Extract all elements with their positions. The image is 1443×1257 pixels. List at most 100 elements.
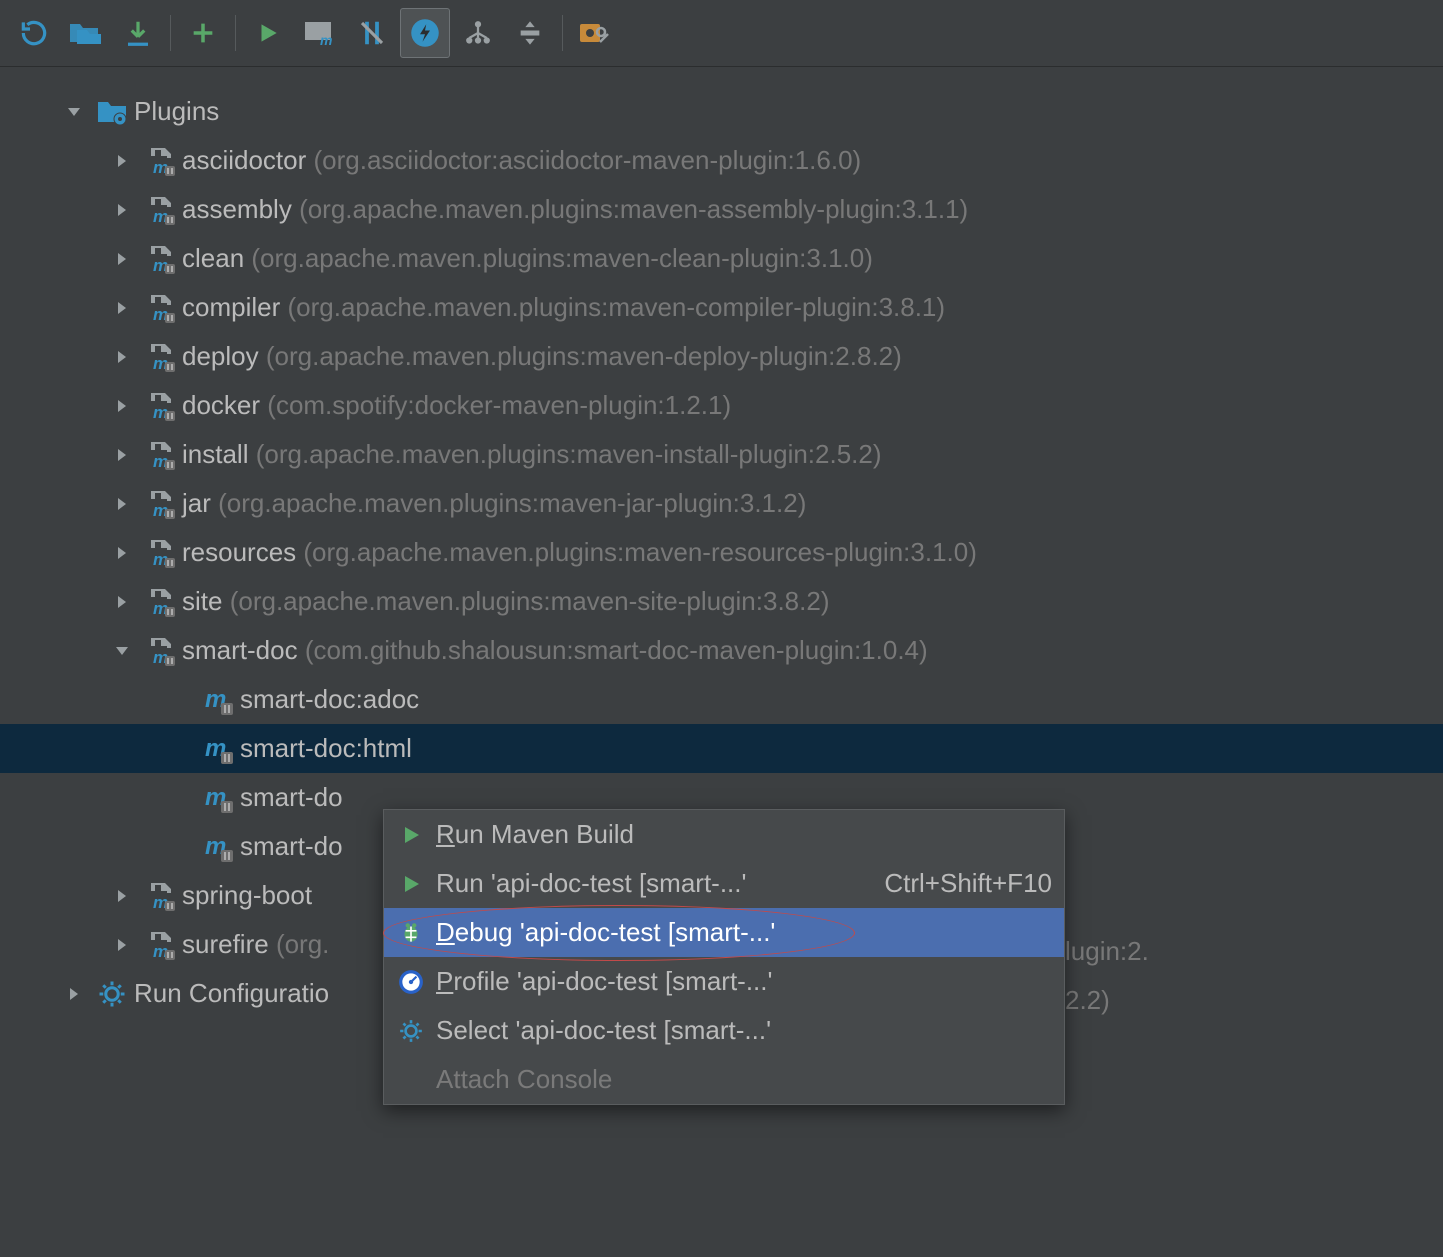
maven-goal-icon: m [202, 831, 234, 863]
storm-button[interactable] [400, 8, 450, 58]
maven-plugin-icon: m [144, 145, 176, 177]
collapsed-arrow-icon[interactable] [112, 396, 132, 416]
expand-arrow-icon[interactable] [112, 641, 132, 661]
collapsed-arrow-icon[interactable] [112, 445, 132, 465]
menu-item-label: Attach Console [436, 1064, 1052, 1095]
menu-item-label: Profile 'api-doc-test [smart-...' [436, 966, 1052, 997]
plugin-coords: (org.apache.maven.plugins:maven-site-plu… [230, 586, 830, 617]
tree-node-plugin[interactable]: mcompiler (org.apache.maven.plugins:mave… [0, 283, 1443, 332]
maven-plugin-icon: m [144, 292, 176, 324]
tree-node-plugins[interactable]: Plugins [0, 87, 1443, 136]
collapsed-arrow-icon[interactable] [112, 200, 132, 220]
maven-plugin-icon: m [144, 390, 176, 422]
maven-plugin-icon: m [144, 488, 176, 520]
tree-node-plugin[interactable]: massembly (org.apache.maven.plugins:mave… [0, 185, 1443, 234]
context-menu-item[interactable]: Run Maven Build [384, 810, 1064, 859]
tree-node-plugin[interactable]: msite (org.apache.maven.plugins:maven-si… [0, 577, 1443, 626]
context-menu-item[interactable]: Debug 'api-doc-test [smart-...' [384, 908, 1064, 957]
run-goal-button[interactable]: m [296, 9, 344, 57]
goal-name: smart-do [240, 782, 343, 813]
plugin-coords: (com.spotify:docker-maven-plugin:1.2.1) [267, 390, 731, 421]
collapsed-arrow-icon[interactable] [112, 543, 132, 563]
maven-goal-icon: m [202, 782, 234, 814]
plugin-name: docker [182, 390, 260, 421]
collapsed-arrow-icon[interactable] [112, 935, 132, 955]
run-config-label: Run Configuratio [134, 978, 329, 1009]
maven-goal-icon: m [202, 733, 234, 765]
plugin-name: resources [182, 537, 296, 568]
plugin-coords: (org.asciidoctor:asciidoctor-maven-plugi… [314, 145, 862, 176]
overflow-text: lugin:2. [1065, 936, 1149, 967]
collapsed-arrow-icon[interactable] [112, 347, 132, 367]
context-menu-item[interactable]: Profile 'api-doc-test [smart-...' [384, 957, 1064, 1006]
menu-item-label: Run 'api-doc-test [smart-...' [436, 868, 874, 899]
menu-item-label: Select 'api-doc-test [smart-...' [436, 1015, 1052, 1046]
tree-node-plugin[interactable]: minstall (org.apache.maven.plugins:maven… [0, 430, 1443, 479]
tree-row-peek [0, 67, 1443, 87]
plugin-name: smart-doc [182, 635, 298, 666]
settings-button[interactable] [571, 9, 619, 57]
maven-plugin-icon: m [144, 341, 176, 373]
toolbar: m [0, 0, 1443, 67]
goal-name: smart-do [240, 831, 343, 862]
gear-icon [96, 978, 128, 1010]
tree-node-plugin[interactable]: mjar (org.apache.maven.plugins:maven-jar… [0, 479, 1443, 528]
collapsed-arrow-icon[interactable] [112, 151, 132, 171]
collapsed-arrow-icon[interactable] [64, 984, 84, 1004]
collapsed-arrow-icon[interactable] [112, 249, 132, 269]
toggle-offline-button[interactable] [348, 9, 396, 57]
tree-node-plugin[interactable]: mclean (org.apache.maven.plugins:maven-c… [0, 234, 1443, 283]
plugin-name: surefire [182, 929, 269, 960]
context-menu-item[interactable]: Select 'api-doc-test [smart-...' [384, 1006, 1064, 1055]
overflow-text: 2.2) [1065, 985, 1110, 1016]
maven-plugin-icon: m [144, 635, 176, 667]
blank-icon [396, 1065, 426, 1095]
plugin-coords: (org. [276, 929, 329, 960]
plugin-name: asciidoctor [182, 145, 306, 176]
maven-plugin-icon: m [144, 243, 176, 275]
collapse-button[interactable] [506, 9, 554, 57]
tree-node-goal[interactable]: msmart-doc:adoc [0, 675, 1443, 724]
add-button[interactable] [179, 9, 227, 57]
context-menu: Run Maven BuildRun 'api-doc-test [smart-… [383, 809, 1065, 1105]
plugins-label: Plugins [134, 96, 219, 127]
menu-item-shortcut: Ctrl+Shift+F10 [884, 868, 1052, 899]
play-icon [396, 869, 426, 899]
tree-node-plugin[interactable]: mdeploy (org.apache.maven.plugins:maven-… [0, 332, 1443, 381]
collapsed-arrow-icon[interactable] [112, 592, 132, 612]
expand-arrow-icon[interactable] [64, 102, 84, 122]
goal-name: smart-doc:html [240, 733, 412, 764]
plugin-name: spring-boot [182, 880, 312, 911]
tree-node-goal[interactable]: msmart-doc:html [0, 724, 1443, 773]
tree-node-plugin[interactable]: mresources (org.apache.maven.plugins:mav… [0, 528, 1443, 577]
separator [170, 15, 171, 51]
tree-node-plugin[interactable]: masciidoctor (org.asciidoctor:asciidocto… [0, 136, 1443, 185]
maven-plugin-icon: m [144, 537, 176, 569]
dependency-graph-button[interactable] [454, 9, 502, 57]
separator [235, 15, 236, 51]
run-button[interactable] [244, 9, 292, 57]
gear-icon [396, 1016, 426, 1046]
maven-plugin-icon: m [144, 880, 176, 912]
plugin-coords: (org.apache.maven.plugins:maven-resource… [303, 537, 976, 568]
plugin-name: clean [182, 243, 244, 274]
link-folders-button[interactable] [62, 9, 110, 57]
tree-node-plugin[interactable]: msmart-doc (com.github.shalousun:smart-d… [0, 626, 1443, 675]
project-tree: Plugins masciidoctor (org.asciidoctor:as… [0, 67, 1443, 1018]
plugin-name: site [182, 586, 222, 617]
maven-plugin-icon: m [144, 194, 176, 226]
refresh-button[interactable] [10, 9, 58, 57]
plugin-name: install [182, 439, 248, 470]
plugin-name: deploy [182, 341, 259, 372]
plugin-coords: (com.github.shalousun:smart-doc-maven-pl… [305, 635, 928, 666]
plugin-coords: (org.apache.maven.plugins:maven-compiler… [287, 292, 945, 323]
play-icon [396, 820, 426, 850]
tree-node-plugin[interactable]: mdocker (com.spotify:docker-maven-plugin… [0, 381, 1443, 430]
collapsed-arrow-icon[interactable] [112, 886, 132, 906]
download-button[interactable] [114, 9, 162, 57]
collapsed-arrow-icon[interactable] [112, 298, 132, 318]
plugin-name: jar [182, 488, 211, 519]
maven-plugin-icon: m [144, 439, 176, 471]
collapsed-arrow-icon[interactable] [112, 494, 132, 514]
context-menu-item[interactable]: Run 'api-doc-test [smart-...' Ctrl+Shift+… [384, 859, 1064, 908]
